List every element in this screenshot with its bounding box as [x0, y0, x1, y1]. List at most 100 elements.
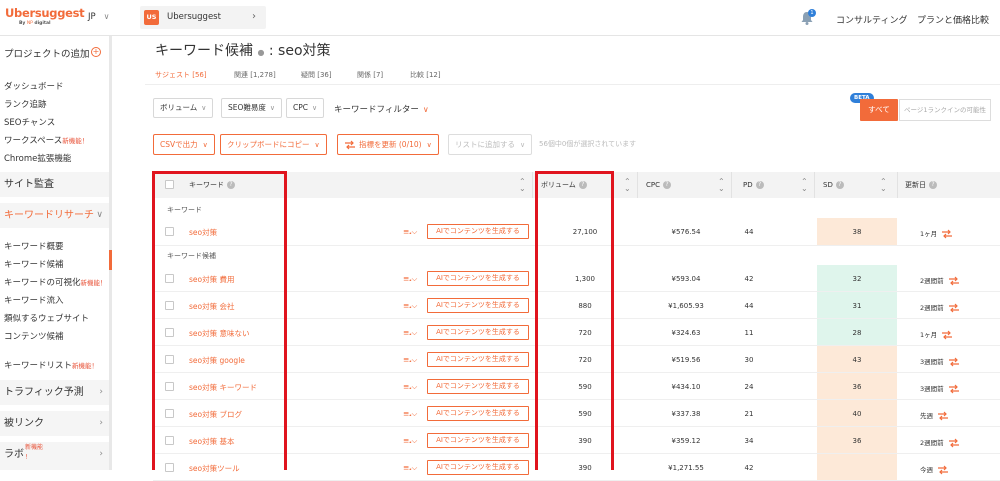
tab-questions[interactable]: 疑問 [36]	[301, 70, 332, 80]
tab-related[interactable]: 関連 [1,278]	[234, 70, 276, 80]
add-to-list-button[interactable]: リストに追加する ∨	[448, 134, 533, 155]
sidebar-item-keyword-traffic[interactable]: キーワード流入	[4, 294, 64, 306]
tab-comparisons[interactable]: 比較 [12]	[410, 70, 441, 80]
sidebar-section-traffic[interactable]: トラフィック予測 ›	[0, 380, 109, 405]
button-label: CSVで出力	[160, 140, 198, 149]
volume-filter[interactable]: ボリューム ∨	[153, 98, 214, 118]
consulting-link[interactable]: コンサルティング	[836, 13, 907, 26]
sidebar-item-label: SEOチャンス	[4, 118, 56, 128]
content-ideas-icon[interactable]: ≡𝅘⌵	[403, 301, 417, 311]
refresh-icon[interactable]	[948, 384, 960, 394]
sidebar-item-keyword-list[interactable]: キーワードリスト新機能！	[4, 359, 98, 371]
updated-cell: 先週	[920, 410, 980, 421]
ai-generate-button[interactable]: AIでコンテンツを生成する	[427, 433, 529, 448]
chevron-down-icon: ∨	[96, 210, 103, 220]
sort-icon[interactable]: ⌃ ⌄	[880, 178, 887, 193]
keyword-filter-toggle[interactable]: キーワードフィルター ∨	[334, 103, 429, 115]
sidebar-item-chrome-extension[interactable]: Chrome拡張機能	[4, 152, 71, 164]
tab-suggestions[interactable]: サジェスト [56]	[155, 70, 207, 80]
content-ideas-icon[interactable]: ≡𝅘⌵	[403, 328, 417, 338]
sidebar-item-similar-websites[interactable]: 類似するウェブサイト	[4, 312, 89, 324]
refresh-metrics-button[interactable]: 指標を更新 (0/10) ∨	[337, 134, 439, 155]
ai-generate-button[interactable]: AIでコンテンツを生成する	[427, 224, 529, 239]
new-badge: 新機能！	[72, 362, 99, 370]
refresh-icon[interactable]	[948, 438, 960, 448]
chevron-down-icon: ∨	[103, 12, 110, 21]
section-label: トラフィック予測	[4, 387, 84, 398]
help-icon[interactable]: ?	[929, 181, 937, 189]
ai-generate-button[interactable]: AIでコンテンツを生成する	[427, 379, 529, 394]
chevron-right-icon: ›	[99, 387, 103, 397]
sort-icon[interactable]: ⌃ ⌄	[519, 178, 526, 193]
header-sd[interactable]: SD?	[823, 172, 844, 198]
refresh-icon[interactable]	[948, 276, 960, 286]
refresh-icon[interactable]	[948, 303, 960, 313]
content-ideas-icon[interactable]: ≡𝅘⌵	[403, 436, 417, 446]
updated-cell: 1ヶ月	[920, 228, 980, 239]
cpc-filter[interactable]: CPC ∨	[286, 98, 325, 118]
help-icon[interactable]: ?	[663, 181, 671, 189]
refresh-icon[interactable]	[937, 465, 949, 475]
rank-possibility-button[interactable]: ページ1ランクインの可能性	[899, 99, 991, 121]
all-button[interactable]: すべて	[860, 99, 898, 121]
seo-difficulty-filter[interactable]: SEO難易度 ∨	[221, 98, 283, 118]
sidebar-scrollbar-thumb[interactable]	[109, 250, 112, 270]
ai-generate-button[interactable]: AIでコンテンツを生成する	[427, 352, 529, 367]
content-ideas-icon[interactable]: ≡𝅘⌵	[403, 227, 417, 237]
sidebar-item-label: 類似するウェブサイト	[4, 314, 90, 324]
language-selector[interactable]: JP ∨	[88, 12, 110, 22]
sidebar-section-backlinks[interactable]: 被リンク ›	[0, 411, 109, 436]
ai-generate-button[interactable]: AIでコンテンツを生成する	[427, 298, 529, 313]
pd-value: 24	[744, 383, 754, 391]
content-ideas-icon[interactable]: ≡𝅘⌵	[403, 382, 417, 392]
sidebar-item-seo-opportunities[interactable]: SEOチャンス	[4, 116, 55, 128]
refresh-icon[interactable]	[948, 357, 960, 367]
pricing-link[interactable]: プランと価格比較	[917, 13, 989, 26]
content-ideas-icon[interactable]: ≡𝅘⌵	[403, 463, 417, 473]
sidebar-item-rank-tracking[interactable]: ランク追跡	[4, 98, 47, 110]
ubersuggest-logo[interactable]: Ubersuggest By NP digital	[5, 6, 85, 26]
project-selector[interactable]: US Ubersuggest ›	[140, 6, 266, 29]
sort-icon[interactable]: ⌃ ⌄	[801, 178, 808, 193]
pd-value: 30	[744, 356, 754, 364]
copy-clipboard-button[interactable]: クリップボードにコピー ∨	[220, 134, 327, 155]
sidebar-item-label: キーワード概要	[4, 242, 64, 252]
sort-icon[interactable]: ⌃ ⌄	[624, 178, 631, 193]
header-cpc[interactable]: CPC?	[646, 172, 671, 198]
content-ideas-icon[interactable]: ≡𝅘⌵	[403, 355, 417, 365]
plus-icon[interactable]: +	[91, 47, 101, 57]
add-project-link[interactable]: プロジェクトの追加	[4, 46, 90, 60]
content-ideas-icon[interactable]: ≡𝅘⌵	[403, 409, 417, 419]
header-updated[interactable]: 更新日?	[905, 172, 937, 198]
tab-prepositions[interactable]: 関係 [7]	[357, 70, 383, 80]
ai-generate-button[interactable]: AIでコンテンツを生成する	[427, 460, 529, 475]
sidebar-item-dashboard[interactable]: ダッシュボード	[4, 80, 64, 92]
header-pd[interactable]: PD?	[743, 172, 764, 198]
sidebar-item-content-ideas[interactable]: コンテンツ候補	[4, 330, 64, 342]
help-icon[interactable]: ?	[755, 181, 764, 189]
ai-generate-button[interactable]: AIでコンテンツを生成する	[427, 271, 529, 286]
ai-generate-button[interactable]: AIでコンテンツを生成する	[427, 406, 529, 421]
pd-value: 42	[744, 464, 754, 472]
sort-icon[interactable]: ⌃ ⌄	[718, 178, 725, 193]
project-name: Ubersuggest	[167, 12, 221, 22]
sidebar-item-keyword-overview[interactable]: キーワード概要	[4, 240, 64, 252]
ai-generate-button[interactable]: AIでコンテンツを生成する	[427, 325, 529, 340]
updated-cell: 2週間前	[920, 302, 980, 313]
sidebar-item-workspace[interactable]: ワークスペース新機能！	[4, 134, 88, 146]
refresh-icon	[345, 140, 355, 150]
content-ideas-icon[interactable]: ≡𝅘⌵	[403, 274, 417, 284]
logo-subtext: By NP digital	[5, 21, 75, 26]
sidebar-item-keyword-visualization[interactable]: キーワードの可視化新機能！	[4, 276, 107, 288]
sidebar-item-keyword-ideas[interactable]: キーワード候補	[4, 258, 64, 270]
sidebar-section-keyword-research[interactable]: キーワードリサーチ ∨	[0, 203, 109, 228]
pd-value: 44	[744, 228, 754, 236]
refresh-icon[interactable]	[941, 330, 953, 340]
chevron-down-icon: ∨	[422, 105, 429, 114]
refresh-icon[interactable]	[937, 411, 949, 421]
sidebar-section-site-audit[interactable]: サイト監査	[0, 172, 109, 197]
refresh-icon[interactable]	[941, 229, 953, 239]
sidebar-section-labs[interactable]: ラボ 新機能 ！ ›	[0, 442, 109, 470]
help-icon[interactable]: ?	[835, 181, 844, 189]
csv-export-button[interactable]: CSVで出力 ∨	[153, 134, 215, 155]
